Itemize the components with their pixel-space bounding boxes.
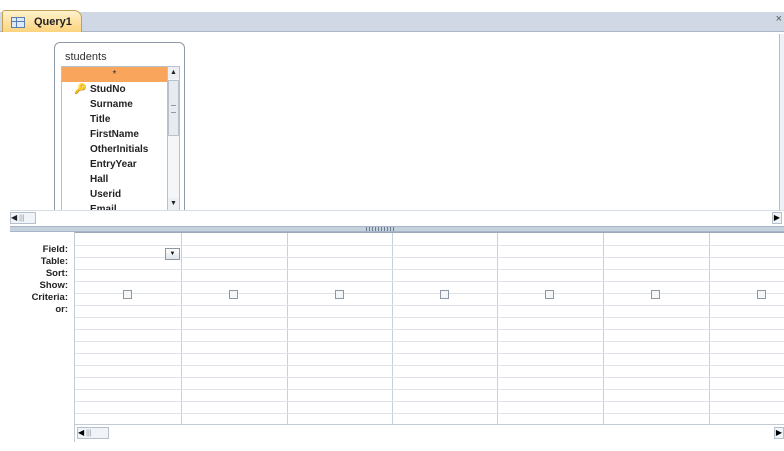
grid-row-divider [75, 293, 784, 294]
grid-row-divider [75, 401, 784, 402]
table-pane-scroll-left[interactable]: ◀ ||| [10, 212, 36, 224]
field-item-otherinitials[interactable]: OtherInitials [62, 142, 167, 157]
grid-row-divider [75, 377, 784, 378]
scroll-left-icon: ◀ [11, 213, 18, 222]
show-checkbox-1[interactable] [123, 290, 132, 299]
students-field-list[interactable]: students * 🔑 StudNo Surname Title FirstN… [54, 42, 185, 212]
field-item-hall[interactable]: Hall [62, 172, 167, 187]
field-item-label: StudNo [90, 84, 126, 95]
show-checkbox-2[interactable] [229, 290, 238, 299]
row-label-field: Field: [42, 244, 68, 255]
table-pane-horizontal-scrollbar[interactable]: ◀ ||| ▶ [10, 210, 784, 225]
field-item-label: Hall [90, 174, 109, 185]
primary-key-icon: 🔑 [74, 84, 87, 95]
show-checkbox-4[interactable] [440, 290, 449, 299]
field-list-title[interactable]: students [65, 51, 107, 63]
splitter-grip-icon [366, 227, 396, 231]
row-label-or: or: [55, 304, 68, 315]
tab-query1-label: Query1 [34, 16, 72, 28]
show-checkbox-7[interactable] [757, 290, 766, 299]
grid-row-divider [75, 305, 784, 306]
grid-row-divider [75, 245, 784, 246]
field-item-label: Title [90, 114, 111, 125]
scroll-down-icon[interactable]: ▼ [168, 198, 179, 210]
field-item-label: FirstName [90, 129, 139, 140]
tab-query1[interactable]: Query1 [2, 10, 82, 33]
close-tab-icon[interactable]: × [776, 13, 782, 25]
field-item-label: OtherInitials [90, 144, 149, 155]
row-label-sort: Sort: [45, 268, 68, 279]
grid-row-divider [75, 341, 784, 342]
field-item-entryyear[interactable]: EntryYear [62, 157, 167, 172]
query-datasheet-icon [11, 16, 25, 28]
document-tab-strip: Query1 × [0, 0, 784, 33]
query-design-grid: Field: Table: Sort: Show: Criteria: or: … [0, 232, 784, 451]
grid-row-divider [75, 365, 784, 366]
scroll-thumb-grip-icon: ||| [86, 430, 92, 437]
field-dropdown-button[interactable]: ▼ [165, 248, 180, 260]
field-item-studno[interactable]: 🔑 StudNo [62, 82, 167, 97]
grid-row-divider [75, 257, 784, 258]
field-item-surname[interactable]: Surname [62, 97, 167, 112]
field-item-all[interactable]: * [62, 67, 167, 82]
field-item-label: EntryYear [90, 159, 137, 170]
field-item-label: * [112, 69, 117, 80]
field-item-firstname[interactable]: FirstName [62, 127, 167, 142]
scroll-up-icon[interactable]: ▲ [168, 67, 179, 79]
row-label-show: Show: [39, 280, 69, 291]
scroll-right-icon[interactable]: ▶ [772, 212, 782, 224]
show-checkbox-5[interactable] [545, 290, 554, 299]
grid-row-divider [75, 317, 784, 318]
grid-row-divider [75, 413, 784, 414]
show-checkbox-3[interactable] [335, 290, 344, 299]
grid-row-labels: Field: Table: Sort: Show: Criteria: or: [0, 232, 75, 442]
show-checkbox-6[interactable] [651, 290, 660, 299]
grid-row-divider [75, 329, 784, 330]
field-list-scrollbar[interactable]: ▲ ▼ [167, 66, 180, 211]
tab-strip-band [0, 12, 784, 32]
scroll-left-icon: ◀ [78, 428, 85, 437]
grid-horizontal-scrollbar[interactable]: ◀ ||| ▶ [75, 424, 784, 439]
grid-row-divider [75, 389, 784, 390]
design-grid-cells[interactable]: ▼ [75, 232, 784, 425]
row-label-criteria: Criteria: [31, 292, 68, 303]
table-pane-vertical-scrollbar[interactable] [779, 34, 784, 210]
scroll-thumb-grip-icon: ||| [19, 215, 25, 222]
row-label-table: Table: [40, 256, 68, 267]
grid-scroll-left[interactable]: ◀ ||| [77, 427, 109, 439]
field-item-label: Userid [90, 189, 122, 200]
scroll-grip-icon [171, 105, 176, 113]
field-item-userid[interactable]: Userid [62, 187, 167, 202]
grid-row-divider [75, 269, 784, 270]
scroll-right-icon[interactable]: ▶ [774, 427, 784, 439]
grid-row-divider [75, 353, 784, 354]
field-list-items: * 🔑 StudNo Surname Title FirstName Other… [61, 66, 167, 211]
field-item-label: Surname [90, 99, 133, 110]
grid-row-divider [75, 281, 784, 282]
field-list-scroll-thumb[interactable] [168, 80, 179, 136]
field-item-title[interactable]: Title [62, 112, 167, 127]
